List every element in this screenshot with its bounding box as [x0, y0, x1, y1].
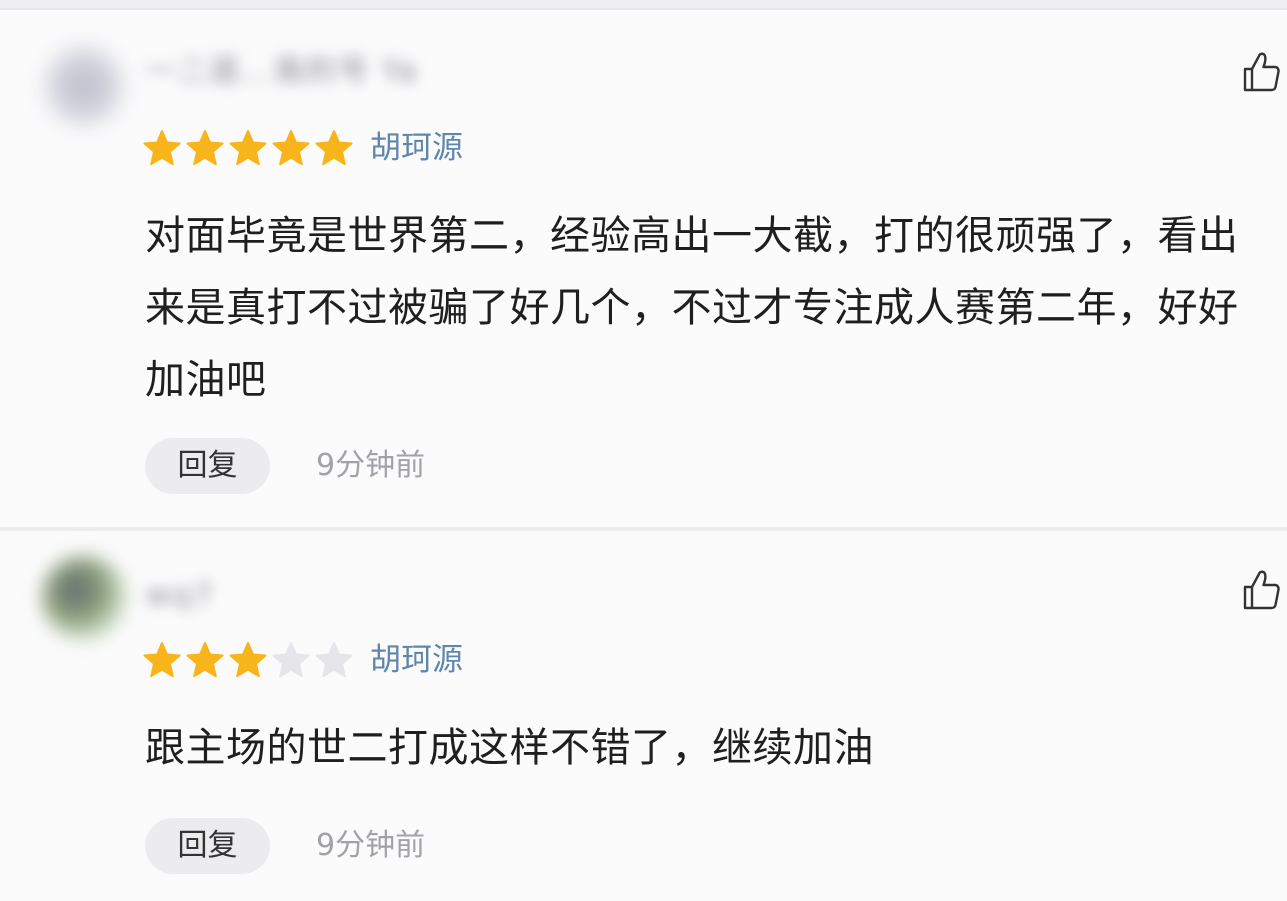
avatar[interactable] — [42, 556, 126, 640]
star-filled-icon — [315, 130, 353, 166]
thumbs-up-icon[interactable] — [1241, 568, 1281, 612]
reply-button[interactable]: 回复 — [145, 438, 270, 494]
top-divider — [0, 0, 1287, 10]
reply-button[interactable]: 回复 — [145, 818, 270, 874]
comment-text: 跟主场的世二打成这样不错了，继续加油 — [145, 725, 874, 771]
star-filled-icon — [229, 642, 267, 678]
star-empty-icon — [315, 642, 353, 678]
star-filled-icon — [143, 130, 181, 166]
player-tag[interactable]: 胡珂源 — [370, 638, 463, 682]
star-filled-icon — [229, 130, 267, 166]
comment-item: wq7 胡珂源 跟主场的世二打成这样不错了，继续加油 回复 9分钟前 — [0, 532, 1287, 901]
player-tag[interactable]: 胡珂源 — [370, 126, 463, 170]
star-filled-icon — [186, 130, 224, 166]
timestamp: 9分钟前 — [316, 828, 426, 863]
star-filled-icon — [143, 642, 181, 678]
comment-item: 一二逛…我的号 Ya 胡珂源 对面毕竟是世界第二，经验高出一大截，打的很顽强了，… — [0, 10, 1287, 527]
divider — [0, 527, 1287, 531]
star-filled-icon — [186, 642, 224, 678]
timestamp: 9分钟前 — [316, 448, 426, 483]
star-empty-icon — [272, 642, 310, 678]
star-filled-icon — [272, 130, 310, 166]
username[interactable]: wq7 — [146, 576, 215, 616]
star-rating — [142, 128, 354, 168]
comment-text: 对面毕竟是世界第二，经验高出一大截，打的很顽强了，看出来是真打不过被骗了好几个，… — [145, 213, 1239, 403]
avatar[interactable] — [42, 44, 126, 128]
username[interactable]: 一二逛…我的号 Ya — [146, 52, 418, 92]
thumbs-up-icon[interactable] — [1241, 50, 1281, 94]
star-rating — [142, 640, 354, 680]
